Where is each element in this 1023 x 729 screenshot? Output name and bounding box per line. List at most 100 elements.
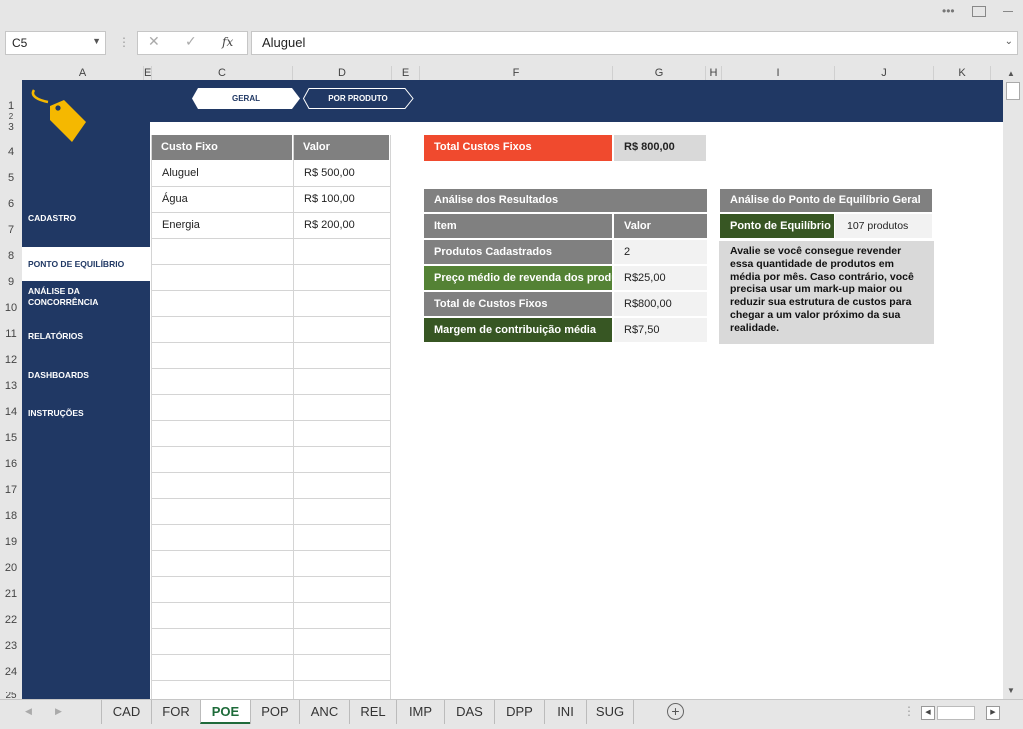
fixed-cost-header: Custo Fixo xyxy=(152,135,292,160)
vertical-scrollbar[interactable] xyxy=(1003,66,1023,699)
scroll-up-icon[interactable]: ▲ xyxy=(1007,69,1015,78)
minimize-icon[interactable] xyxy=(1003,11,1013,12)
grid-line xyxy=(151,498,391,499)
row-header[interactable]: 3 xyxy=(0,122,22,134)
fixed-cost-value[interactable]: R$ 500,00 xyxy=(294,161,389,186)
row-header[interactable]: 13 xyxy=(0,380,22,396)
row-header[interactable]: 6 xyxy=(0,198,22,214)
sidebar-item-cadastro[interactable]: CADASTRO xyxy=(22,213,150,224)
scroll-down-icon[interactable]: ▼ xyxy=(1007,686,1015,695)
results-row-value[interactable]: R$800,00 xyxy=(614,292,707,316)
drag-handle-icon[interactable]: ⋮ xyxy=(118,35,130,49)
sheet-tab-for[interactable]: FOR xyxy=(151,700,200,724)
worksheet[interactable]: GERAL POR PRODUTO CADASTRO PONTO DE EQUI… xyxy=(22,80,1003,699)
fixed-cost-value[interactable]: R$ 100,00 xyxy=(294,187,389,212)
column-header[interactable]: D xyxy=(293,66,392,80)
fixed-cost-item[interactable]: Aluguel xyxy=(152,161,292,186)
fixed-cost-item[interactable]: Água xyxy=(152,187,292,212)
select-all-corner[interactable] xyxy=(0,66,22,80)
results-row-value[interactable]: R$7,50 xyxy=(614,318,707,342)
row-header[interactable]: 8 xyxy=(0,250,22,266)
drag-handle-icon[interactable]: ⋮ xyxy=(903,704,915,718)
row-header[interactable]: 10 xyxy=(0,302,22,318)
hscroll-left-icon[interactable]: ◀ xyxy=(921,706,935,720)
column-header[interactable]: J xyxy=(835,66,934,80)
column-header[interactable]: E xyxy=(144,66,152,80)
results-row-value[interactable]: 2 xyxy=(614,240,707,264)
function-icon[interactable]: fx xyxy=(222,35,233,49)
grid-line xyxy=(151,654,391,655)
sheet-tab-rel[interactable]: REL xyxy=(349,700,396,724)
row-header[interactable]: 2 xyxy=(0,112,22,122)
sidebar-item-ponto-de-equilibrio[interactable]: PONTO DE EQUILÍBRIO xyxy=(22,247,150,281)
row-header[interactable]: 25 xyxy=(0,692,22,699)
more-options-icon[interactable]: ••• xyxy=(942,4,955,18)
scroll-thumb[interactable] xyxy=(1006,82,1020,100)
sheet-tab-sug[interactable]: SUG xyxy=(586,700,634,724)
sheet-tab-imp[interactable]: IMP xyxy=(396,700,444,724)
tab-scroll-right-icon[interactable]: ▶ xyxy=(55,706,62,717)
grid-line xyxy=(151,316,391,317)
row-header[interactable]: 22 xyxy=(0,614,22,630)
sheet-tab-pop[interactable]: POP xyxy=(250,700,299,724)
column-header[interactable]: H xyxy=(706,66,722,80)
row-header[interactable]: 7 xyxy=(0,224,22,240)
grid-line xyxy=(151,420,391,421)
equilibrium-value[interactable]: 107 produtos xyxy=(835,214,932,238)
grid-line xyxy=(151,342,391,343)
row-header[interactable]: 11 xyxy=(0,328,22,344)
row-header[interactable]: 16 xyxy=(0,458,22,474)
column-header[interactable]: F xyxy=(420,66,613,80)
row-header[interactable]: 9 xyxy=(0,276,22,292)
cancel-icon[interactable]: ✕ xyxy=(148,33,160,50)
chevron-down-icon[interactable]: ▼ xyxy=(92,36,101,46)
sidebar-item-relatorios[interactable]: RELATÓRIOS xyxy=(22,331,150,342)
tab-por-produto[interactable]: POR PRODUTO xyxy=(303,88,413,109)
row-header[interactable]: 5 xyxy=(0,172,22,188)
column-header[interactable]: E xyxy=(392,66,420,80)
row-header[interactable]: 20 xyxy=(0,562,22,578)
tab-scroll-left-icon[interactable]: ◀ xyxy=(25,706,32,717)
column-header[interactable]: C xyxy=(152,66,293,80)
row-header[interactable]: 14 xyxy=(0,406,22,422)
sidebar-item-dashboards[interactable]: DASHBOARDS xyxy=(22,370,150,381)
grid-line xyxy=(151,290,391,291)
formula-input[interactable]: Aluguel ⌄ xyxy=(251,31,1018,55)
grid-line xyxy=(151,394,391,395)
sheet-tab-das[interactable]: DAS xyxy=(444,700,494,724)
row-header[interactable]: 17 xyxy=(0,484,22,500)
column-header[interactable]: A xyxy=(22,66,144,80)
horizontal-scroll-thumb[interactable] xyxy=(937,706,975,720)
row-header[interactable]: 18 xyxy=(0,510,22,526)
row-header[interactable]: 12 xyxy=(0,354,22,370)
fixed-cost-item[interactable]: Energia xyxy=(152,213,292,238)
row-header[interactable]: 15 xyxy=(0,432,22,448)
row-header[interactable]: 21 xyxy=(0,588,22,604)
fixed-cost-value[interactable]: R$ 200,00 xyxy=(294,213,389,238)
add-sheet-icon[interactable]: + xyxy=(667,703,684,720)
sheet-tab-anc[interactable]: ANC xyxy=(299,700,349,724)
column-header[interactable]: K xyxy=(934,66,991,80)
restore-icon[interactable] xyxy=(972,6,986,17)
row-header[interactable]: 23 xyxy=(0,640,22,656)
row-header[interactable]: 1 xyxy=(0,100,22,112)
enter-icon[interactable]: ✓ xyxy=(185,33,197,50)
results-row-value[interactable]: R$25,00 xyxy=(614,266,707,290)
row-header[interactable]: 19 xyxy=(0,536,22,552)
expand-formula-icon[interactable]: ⌄ xyxy=(1005,36,1013,47)
hscroll-right-icon[interactable]: ▶ xyxy=(986,706,1000,720)
row-header[interactable]: 4 xyxy=(0,146,22,162)
sidebar-item-instrucoes[interactable]: INSTRUÇÕES xyxy=(22,408,150,419)
sheet-tab-ini[interactable]: INI xyxy=(544,700,586,724)
sheet-tab-dpp[interactable]: DPP xyxy=(494,700,544,724)
column-header[interactable]: I xyxy=(722,66,835,80)
name-box[interactable]: C5 ▼ xyxy=(5,31,106,55)
sidebar-item-analise-da-concorrencia[interactable]: ANÁLISE DA CONCORRÊNCIA xyxy=(22,286,122,308)
results-row-label: Total de Custos Fixos xyxy=(424,292,612,316)
tab-geral[interactable]: GERAL xyxy=(192,88,300,109)
column-header[interactable]: G xyxy=(613,66,706,80)
sheet-tab-poe[interactable]: POE xyxy=(200,700,250,724)
grid-line xyxy=(151,550,391,551)
row-header[interactable]: 24 xyxy=(0,666,22,682)
sheet-tab-cad[interactable]: CAD xyxy=(101,700,151,724)
